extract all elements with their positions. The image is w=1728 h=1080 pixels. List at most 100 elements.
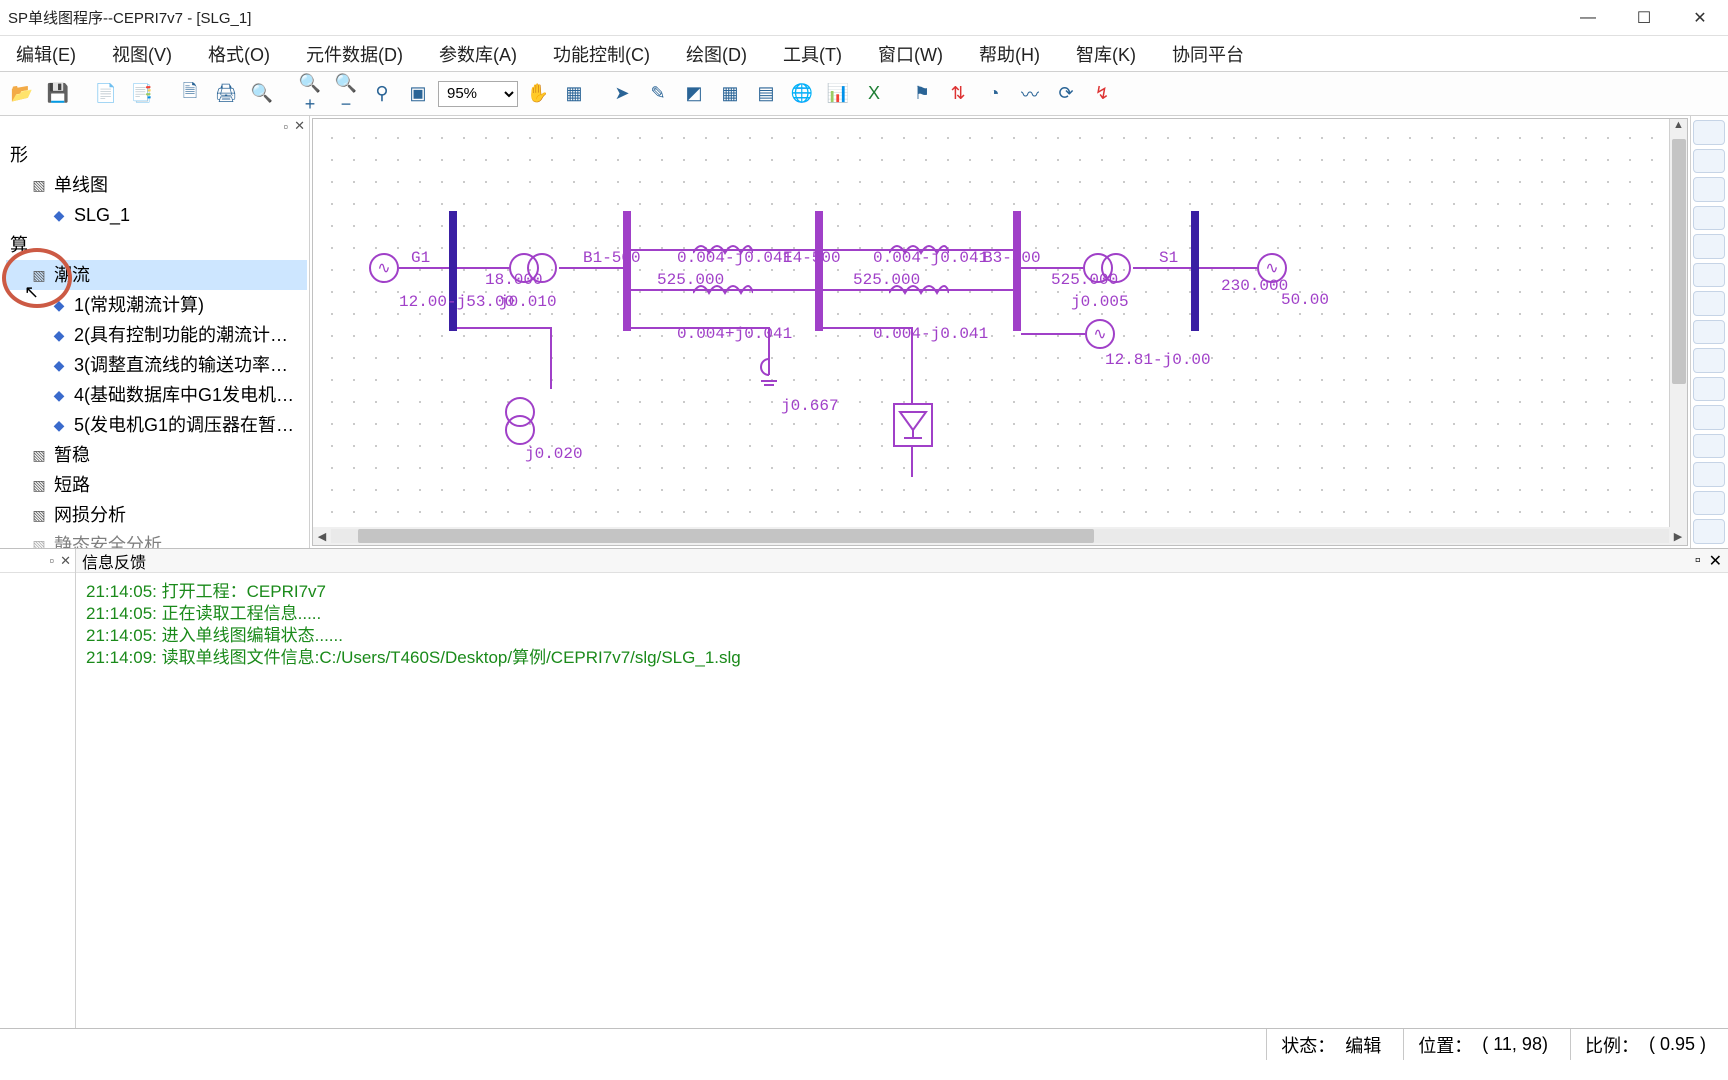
tool-d-icon[interactable]: ▤ [750, 78, 782, 110]
tree-calc[interactable]: 算 [6, 230, 307, 260]
dock-btn-6[interactable] [1693, 263, 1725, 288]
menu-view[interactable]: 视图(V) [104, 37, 180, 71]
bus-right[interactable] [1191, 211, 1199, 331]
bus-left[interactable] [449, 211, 457, 331]
swap-icon[interactable]: ⇅ [942, 78, 974, 110]
run-icon[interactable]: ➤ [606, 78, 638, 110]
panel-undock-icon[interactable]: ▫ [49, 553, 54, 568]
tree-jingtai[interactable]: ▧静态安全分析 [6, 530, 307, 548]
dock-btn-11[interactable] [1693, 405, 1725, 430]
tool-a-icon[interactable]: ✎ [642, 78, 674, 110]
dock-btn-7[interactable] [1693, 291, 1725, 316]
dock-btn-8[interactable] [1693, 320, 1725, 345]
tool-b-icon[interactable]: ◩ [678, 78, 710, 110]
wave-icon[interactable]: 〰 [1014, 78, 1046, 110]
tree-calc-item-4[interactable]: ◆4(基础数据库中G1发电机… [6, 380, 307, 410]
zoom-reset-icon[interactable]: ⚲ [366, 78, 398, 110]
log-output[interactable]: 21:14:05: 打开工程：CEPRI7v7 21:14:05: 正在读取工程… [76, 573, 1728, 1028]
trend-icon[interactable]: ↯ [1086, 78, 1118, 110]
menu-zhiku[interactable]: 智库(K) [1068, 37, 1144, 71]
menu-function[interactable]: 功能控制(C) [545, 37, 658, 71]
chart-icon[interactable]: 📊 [822, 78, 854, 110]
bus-b1[interactable] [623, 211, 631, 331]
sidebar-undock-icon[interactable]: ▫ [283, 119, 288, 134]
shunt-reactor[interactable] [759, 349, 779, 392]
bus-b4[interactable] [815, 211, 823, 331]
preview-icon[interactable]: 🔍 [246, 78, 278, 110]
tree-root-shape[interactable]: 形 [6, 140, 307, 170]
open-file-icon[interactable]: 📂 [6, 78, 38, 110]
globe-icon[interactable]: 🌐 [786, 78, 818, 110]
generator-g1[interactable]: ∿ [369, 253, 399, 283]
tree-single-line[interactable]: ▧单线图 [6, 170, 307, 200]
line-bus-gen[interactable] [1199, 267, 1257, 269]
line-g1-bus[interactable] [399, 267, 449, 269]
menu-collab[interactable]: 协同平台 [1164, 37, 1252, 71]
new-doc-icon[interactable]: 📄 [90, 78, 122, 110]
line-b1-down-h[interactable] [457, 327, 551, 329]
refresh-icon[interactable]: ⟳ [1050, 78, 1082, 110]
menu-tools[interactable]: 工具(T) [775, 37, 850, 71]
tree-wangsun[interactable]: ▧网损分析 [6, 500, 307, 530]
maximize-button[interactable]: ☐ [1616, 0, 1672, 36]
menu-edit[interactable]: 编辑(E) [8, 37, 84, 71]
bus-b3[interactable] [1013, 211, 1021, 331]
dock-btn-9[interactable] [1693, 348, 1725, 373]
pan-icon[interactable]: ✋ [522, 78, 554, 110]
line-b1-down[interactable] [550, 327, 552, 389]
menu-paramlib[interactable]: 参数库(A) [431, 37, 525, 71]
tree-chaoliu[interactable]: ▧潮流 [6, 260, 307, 290]
menu-window[interactable]: 窗口(W) [870, 37, 951, 71]
tree-duanlu[interactable]: ▧短路 [6, 470, 307, 500]
dock-btn-10[interactable] [1693, 377, 1725, 402]
copy-doc-icon[interactable]: 📑 [126, 78, 158, 110]
dock-btn-1[interactable] [1693, 120, 1725, 145]
dock-btn-3[interactable] [1693, 177, 1725, 202]
menu-format[interactable]: 格式(O) [200, 37, 278, 71]
dock-btn-5[interactable] [1693, 234, 1725, 259]
zoom-in-icon[interactable]: 🔍+ [294, 78, 326, 110]
dock-btn-12[interactable] [1693, 434, 1725, 459]
converter-device[interactable] [893, 403, 933, 447]
close-button[interactable]: ✕ [1672, 0, 1728, 36]
diagram-canvas[interactable]: ∿ ∿ ∿ [313, 119, 1687, 527]
dock-btn-13[interactable] [1693, 462, 1725, 487]
grid-icon[interactable]: ▦ [558, 78, 590, 110]
dock-btn-14[interactable] [1693, 491, 1725, 516]
line-bus-xfmr1[interactable] [457, 267, 509, 269]
generator-s[interactable]: ∿ [1085, 319, 1115, 349]
sidebar-close-icon[interactable]: ✕ [294, 118, 305, 134]
minimize-button[interactable]: — [1560, 0, 1616, 36]
project-tree[interactable]: 形 ▧单线图 ◆SLG_1 算 ▧潮流 ◆1(常规潮流计算) ◆2(具有控制功能… [0, 136, 309, 548]
canvas-hscroll[interactable]: ◀▶ [313, 527, 1687, 545]
canvas-vscroll[interactable]: ▲ [1669, 119, 1687, 527]
tree-zanwen[interactable]: ▧暂稳 [6, 440, 307, 470]
flag-icon[interactable]: ⚑ [906, 78, 938, 110]
tree-calc-item-2[interactable]: ◆2(具有控制功能的潮流计… [6, 320, 307, 350]
menu-component[interactable]: 元件数据(D) [298, 37, 411, 71]
dock-btn-15[interactable] [1693, 519, 1725, 544]
menu-draw[interactable]: 绘图(D) [678, 37, 755, 71]
save-icon[interactable]: 💾 [42, 78, 74, 110]
line-b3-xfmr2[interactable] [1021, 267, 1083, 269]
fit-window-icon[interactable]: ▣ [402, 78, 434, 110]
tool-c-icon[interactable]: ▦ [714, 78, 746, 110]
clock-icon[interactable]: ◔ [978, 78, 1010, 110]
excel-icon[interactable]: X [858, 78, 890, 110]
feedback-close-icon[interactable]: ✕ [1709, 551, 1722, 571]
tree-calc-item-1[interactable]: ◆1(常规潮流计算) [6, 290, 307, 320]
dock-btn-4[interactable] [1693, 206, 1725, 231]
line-b3-gens[interactable] [1021, 333, 1085, 335]
dock-btn-2[interactable] [1693, 149, 1725, 174]
menu-help[interactable]: 帮助(H) [971, 37, 1048, 71]
panel-close-icon[interactable]: ✕ [60, 553, 71, 569]
page-setup-icon[interactable]: 🗎 [174, 78, 206, 110]
tree-slg1[interactable]: ◆SLG_1 [6, 200, 307, 230]
feedback-undock-icon[interactable]: ▫ [1695, 552, 1701, 570]
tree-calc-item-3[interactable]: ◆3(调整直流线的输送功率… [6, 350, 307, 380]
line-xfmr2-bus[interactable] [1133, 267, 1191, 269]
print-icon[interactable]: 🖨 [210, 78, 242, 110]
line-xfmr1-b1[interactable] [559, 267, 623, 269]
zoom-out-icon[interactable]: 🔍− [330, 78, 362, 110]
tree-calc-item-5[interactable]: ◆5(发电机G1的调压器在暂… [6, 410, 307, 440]
